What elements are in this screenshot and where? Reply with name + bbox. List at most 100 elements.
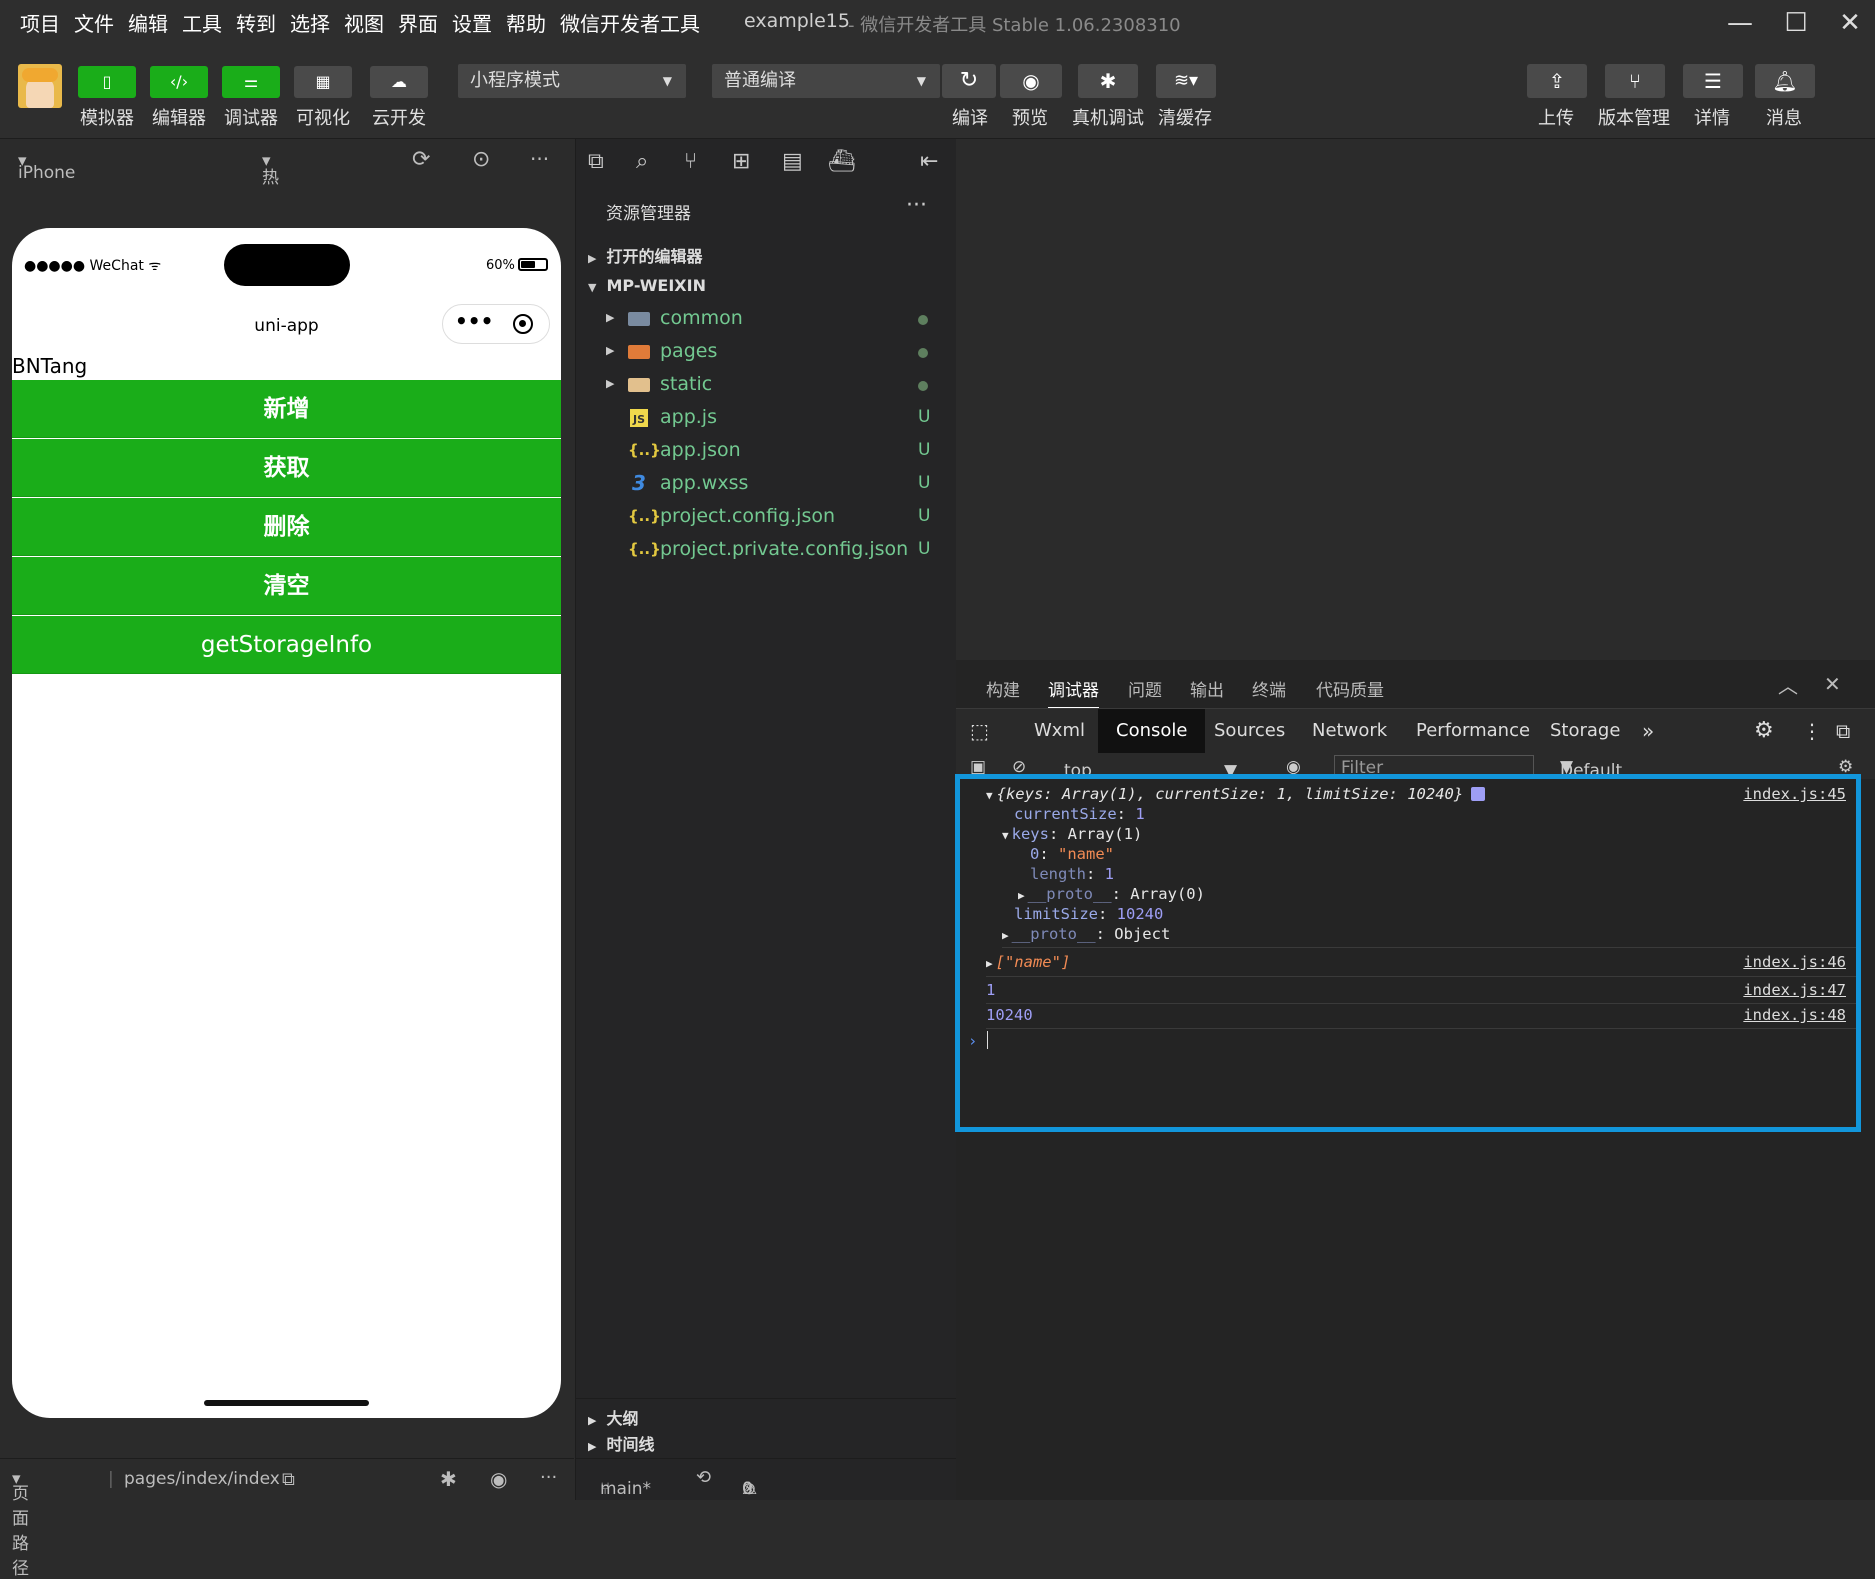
version-button[interactable]: ⑂ xyxy=(1605,64,1665,98)
extensions-icon[interactable]: ⊞ xyxy=(732,149,750,174)
stop-icon[interactable]: ⊙ xyxy=(472,147,490,172)
menu-help[interactable]: 帮助 xyxy=(506,8,546,37)
inspect-icon[interactable]: ⬚ xyxy=(970,709,989,753)
tab-network[interactable]: Network xyxy=(1312,709,1387,753)
dock-icon[interactable]: ⧉ xyxy=(1836,709,1850,753)
project-section[interactable]: ▼ MP-WEIXIN xyxy=(588,276,706,295)
timeline-section[interactable]: ▶ 时间线 xyxy=(576,1431,956,1455)
file-item-app-json[interactable]: {..} app.json U xyxy=(576,435,956,468)
source-link[interactable]: index.js:47 xyxy=(1743,981,1846,999)
tab-console[interactable]: Console xyxy=(1098,709,1206,753)
menu-project[interactable]: 项目 xyxy=(20,8,60,37)
bug-icon[interactable]: ✱ xyxy=(440,1467,457,1491)
close-icon[interactable]: ✕ xyxy=(1830,6,1870,40)
tab-storage[interactable]: Storage xyxy=(1550,709,1620,753)
menu-select[interactable]: 选择 xyxy=(290,8,330,37)
gear-icon[interactable]: ⚙ xyxy=(1754,709,1774,753)
details-button[interactable]: ☰ xyxy=(1683,64,1743,98)
source-link[interactable]: index.js:48 xyxy=(1743,1006,1846,1024)
collapse-panel-icon[interactable]: ⇤ xyxy=(920,149,938,174)
menu-view[interactable]: 视图 xyxy=(344,8,384,37)
menu-goto[interactable]: 转到 xyxy=(236,8,276,37)
tab-output[interactable]: 输出 xyxy=(1190,676,1224,701)
visual-button[interactable]: ▦ xyxy=(294,66,352,98)
add-button[interactable]: 新增 xyxy=(12,380,561,438)
mode-select[interactable]: 小程序模式 ▼ xyxy=(458,64,686,98)
device-select[interactable]: iPhone 14 Pro Max 85% 15 ▾ xyxy=(18,151,75,263)
chevron-up-icon[interactable]: ︿ xyxy=(1778,670,1798,699)
file-item-common[interactable]: ▶ common xyxy=(576,303,956,336)
console-entry-array[interactable]: ▶ ["name"] index.js:46 xyxy=(986,953,1856,977)
avatar[interactable] xyxy=(18,64,62,108)
editor-button[interactable]: ‹/› xyxy=(150,66,208,98)
simulator-button[interactable]: ▯ xyxy=(78,66,136,98)
kebab-icon[interactable]: ⋮ xyxy=(1802,709,1822,753)
file-item-static[interactable]: ▶ static xyxy=(576,369,956,402)
copy-icon[interactable]: ⧉ xyxy=(282,1469,295,1490)
mini-capsule[interactable]: ••• xyxy=(442,304,550,344)
chevron-down-icon[interactable]: ▼ xyxy=(986,789,993,802)
console-prompt[interactable]: › xyxy=(968,1031,1864,1050)
upload-button[interactable]: ⇪ xyxy=(1527,64,1587,98)
eye-icon[interactable]: ◉ xyxy=(490,1467,507,1491)
rotate-icon[interactable]: ⟳ xyxy=(412,147,430,172)
close-panel-icon[interactable]: ✕ xyxy=(1824,672,1841,696)
cloud-button[interactable]: ☁ xyxy=(370,66,428,98)
tab-wxml[interactable]: Wxml xyxy=(1034,709,1085,753)
file-item-pages[interactable]: ▶ pages xyxy=(576,336,956,369)
messages-button[interactable]: 🔔︎ xyxy=(1755,64,1815,98)
source-link[interactable]: index.js:45 xyxy=(1743,785,1846,803)
file-item-project-private-config[interactable]: {..} project.private.config.json U xyxy=(576,534,956,567)
tab-terminal[interactable]: 终端 xyxy=(1252,676,1286,701)
outline-section[interactable]: ▶ 大纲 xyxy=(576,1398,956,1429)
more-icon[interactable]: ··· xyxy=(540,1467,557,1488)
compile-mode-select[interactable]: 普通编译 ▼ xyxy=(712,64,940,98)
clear-button[interactable]: 清空 xyxy=(12,557,561,615)
maximize-icon[interactable]: ☐ xyxy=(1776,6,1816,40)
menu-file[interactable]: 文件 xyxy=(74,8,114,37)
source-link[interactable]: index.js:46 xyxy=(1743,953,1846,971)
delete-button[interactable]: 删除 xyxy=(12,498,561,556)
page-path-select[interactable]: 页面路径 ▾ xyxy=(12,1469,29,1579)
menu-tools[interactable]: 工具 xyxy=(182,8,222,37)
debugger-button[interactable]: ⚌ xyxy=(222,66,280,98)
tab-problems[interactable]: 问题 xyxy=(1128,676,1162,701)
open-editors-section[interactable]: ▶ 打开的编辑器 xyxy=(588,243,702,267)
files-icon[interactable]: ⧉ xyxy=(588,149,604,174)
tab-debugger[interactable]: 调试器 xyxy=(1048,676,1099,709)
compile-button[interactable]: ↻ xyxy=(942,64,996,98)
hot-reload-toggle[interactable]: 热重载 开 ▾ xyxy=(262,151,279,263)
file-item-app-wxss[interactable]: 3 app.wxss U xyxy=(576,468,956,501)
close-miniapp-icon[interactable] xyxy=(513,314,533,334)
layout-icon[interactable]: ▤ xyxy=(782,149,803,174)
more-icon[interactable]: ··· xyxy=(906,193,927,218)
minimize-icon[interactable]: — xyxy=(1720,6,1760,40)
menu-edit[interactable]: 编辑 xyxy=(128,8,168,37)
menu-settings[interactable]: 设置 xyxy=(452,8,492,37)
console-entry-object[interactable]: ▼ {keys: Array(1), currentSize: 1, limitS… xyxy=(986,785,1846,803)
docker-icon[interactable]: ⛴ xyxy=(828,149,856,174)
get-storage-info-button[interactable]: getStorageInfo xyxy=(12,616,561,674)
more-dots-icon[interactable]: ••• xyxy=(455,309,493,333)
tab-sources[interactable]: Sources xyxy=(1214,709,1285,753)
file-item-project-config[interactable]: {..} project.config.json U xyxy=(576,501,956,534)
search-icon[interactable]: ⌕ xyxy=(636,149,648,174)
preview-button[interactable]: ◉ xyxy=(1000,64,1062,98)
get-button[interactable]: 获取 xyxy=(12,439,561,497)
tab-code-quality[interactable]: 代码质量 xyxy=(1316,676,1384,701)
menu-interface[interactable]: 界面 xyxy=(398,8,438,37)
more-icon[interactable]: ··· xyxy=(530,147,549,171)
file-item-app-js[interactable]: JS app.js U xyxy=(576,402,956,435)
tab-performance[interactable]: Performance xyxy=(1416,709,1530,753)
prop-proto-array[interactable]: ▶ __proto__: Array(0) xyxy=(1018,885,1875,903)
git-icon[interactable]: ⑂ xyxy=(684,149,697,174)
remote-debug-button[interactable]: ✱ xyxy=(1078,64,1138,98)
simulator-label: 模拟器 xyxy=(80,108,134,129)
sync-icon[interactable]: ⟲ xyxy=(696,1467,711,1488)
prop-keys[interactable]: ▼ keys: Array(1) xyxy=(1002,825,1875,843)
clear-cache-button[interactable]: ≋▾ xyxy=(1156,64,1216,98)
menu-devtools[interactable]: 微信开发者工具 xyxy=(560,8,700,37)
more-tabs-icon[interactable]: » xyxy=(1642,709,1654,753)
prop-proto-object[interactable]: ▶ __proto__: Object xyxy=(1002,925,1856,948)
tab-build[interactable]: 构建 xyxy=(986,676,1020,701)
